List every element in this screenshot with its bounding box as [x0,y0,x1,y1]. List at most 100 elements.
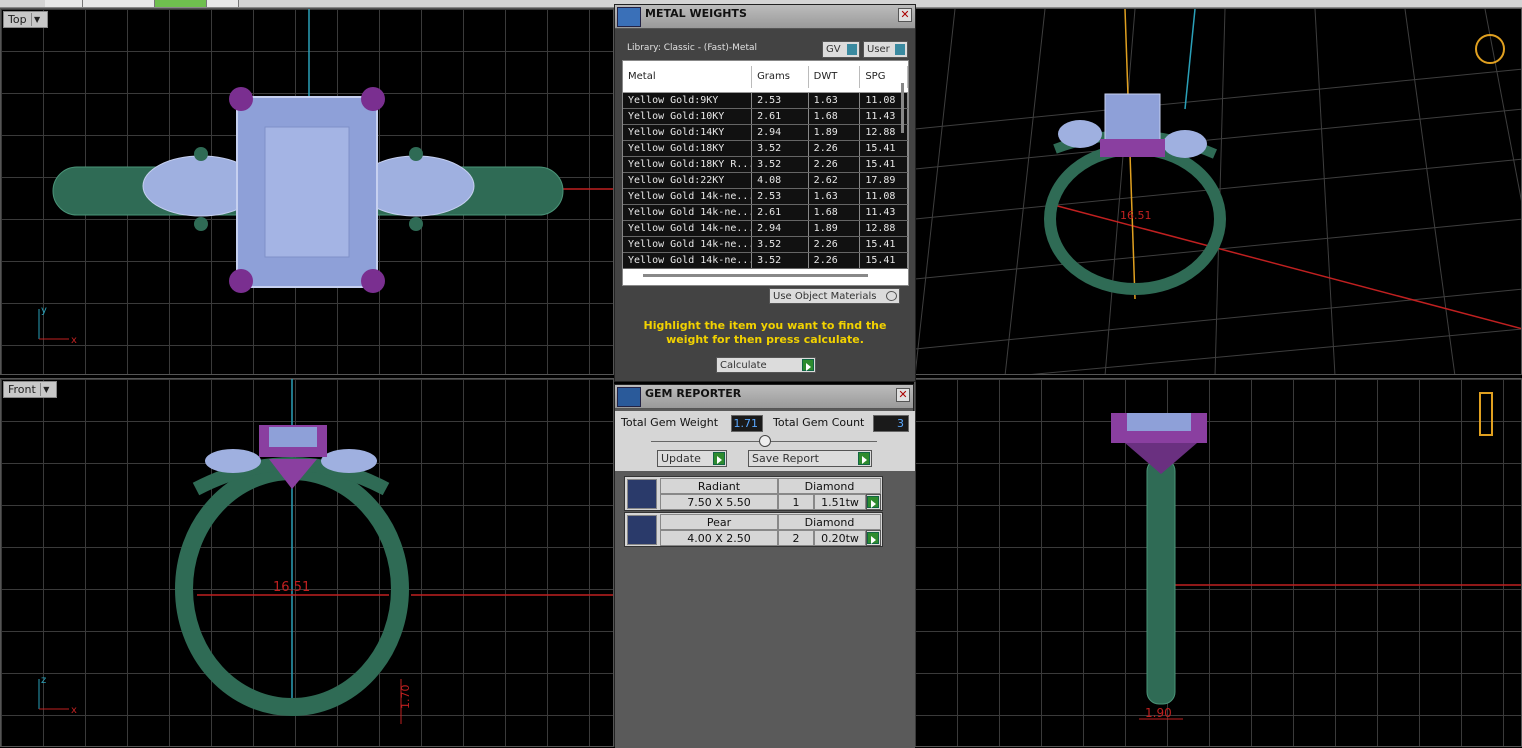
table-row[interactable]: Yellow Gold:10KY 2.61 1.68 11.43 [623,109,908,125]
gv-toggle[interactable]: GV [822,41,860,58]
close-icon[interactable]: ✕ [896,388,910,402]
gem-row[interactable]: Pear Diamond 4.00 X 2.50 2 0.20tw [624,512,883,547]
cell-grams: 3.52 [752,237,809,252]
update-button[interactable]: Update [657,450,727,467]
cell-dwt: 2.26 [809,237,861,252]
svg-text:x: x [71,705,77,716]
viewport-top[interactable]: y x Top ▼ [0,8,614,375]
slider-handle[interactable] [759,435,771,447]
cell-grams: 2.53 [752,189,809,204]
viewport-label-front[interactable]: Front ▼ [3,381,57,398]
right-view-render: 1.90 [1111,392,1521,720]
table-row[interactable]: Yellow Gold 14k-ne... 2.53 1.63 11.08 [623,189,908,205]
toggle-indicator [895,44,905,55]
table-row[interactable]: Yellow Gold 14k-ne... 2.94 1.89 12.88 [623,221,908,237]
total-gem-count-label: Total Gem Count [773,416,865,429]
cell-grams: 3.52 [752,253,809,268]
table-row[interactable]: Yellow Gold 14k-ne... 2.61 1.68 11.43 [623,205,908,221]
cell-dwt: 2.26 [809,141,861,156]
save-report-button[interactable]: Save Report [748,450,872,467]
svg-text:z: z [41,675,46,686]
instruction-text: Highlight the item you want to find the … [643,319,887,346]
cell-metal: Yellow Gold:14KY [623,125,753,140]
document-tab[interactable] [207,0,239,7]
dropdown-value: Use Object Materials [773,290,877,302]
gem-row[interactable]: Radiant Diamond 7.50 X 5.50 1 1.51tw [624,476,883,511]
panel-title-bar[interactable]: GEM REPORTER ✕ [615,385,913,409]
gem-size: 7.50 X 5.50 [660,494,778,510]
button-label: Update [661,452,701,465]
close-icon[interactable]: ✕ [898,8,912,22]
play-icon [867,496,879,508]
pear-gem-icon [627,515,657,545]
play-icon [713,452,725,465]
scrollbar-vertical[interactable] [901,83,904,133]
document-tab[interactable] [83,0,155,7]
gem-cut: Pear [660,514,778,530]
cell-metal: Yellow Gold:18KY R... [623,157,753,172]
column-header-dwt[interactable]: DWT [809,65,861,88]
viewport-name: Front [8,383,36,396]
gem-detail-button[interactable] [866,530,881,546]
user-label: User [867,44,890,55]
metal-weights-panel: METAL WEIGHTS ✕ Library: Classic - (Fast… [614,4,916,382]
cell-spg: 15.41 [860,141,908,156]
svg-text:1.70: 1.70 [399,685,412,710]
table-row[interactable]: Yellow Gold 14k-ne... 3.52 2.26 15.41 [623,253,908,269]
document-tab-active[interactable] [155,0,207,7]
viewport-name: Top [8,13,27,26]
play-icon [802,359,814,371]
gem-type: Diamond [778,478,881,494]
use-object-materials-dropdown[interactable]: Use Object Materials [769,288,900,304]
viewport-perspective[interactable]: 16.51 [914,8,1522,375]
table-row[interactable]: Yellow Gold:14KY 2.94 1.89 12.88 [623,125,908,141]
gem-reporter-panel: GEM REPORTER ✕ Total Gem Weight 1.71 Tot… [614,384,915,748]
user-toggle[interactable]: User [863,41,908,58]
column-header-metal[interactable]: Metal [623,65,753,88]
viewport-front[interactable]: 16.51 1.70 z x Front ▼ [0,378,614,747]
front-view-render: 16.51 1.70 z x [38,379,613,724]
viewport-label-top[interactable]: Top ▼ [3,11,48,28]
circle-icon [886,291,897,301]
cell-dwt: 1.68 [809,109,861,124]
cell-dwt: 2.26 [809,157,861,172]
library-label: Library: Classic - (Fast)-Metal [627,43,758,53]
gem-detail-button[interactable] [866,494,881,510]
button-label: Save Report [752,452,819,465]
panel-title: METAL WEIGHTS [645,7,747,20]
chevron-down-icon[interactable]: ▼ [30,13,43,26]
cell-dwt: 1.63 [809,189,861,204]
viewport-right[interactable]: 1.90 [914,378,1522,747]
cell-spg: 15.41 [860,237,908,252]
table-row[interactable]: Yellow Gold 14k-ne... 3.52 2.26 15.41 [623,237,908,253]
cell-metal: Yellow Gold 14k-ne... [623,205,753,220]
cell-metal: Yellow Gold:10KY [623,109,753,124]
cell-metal: Yellow Gold 14k-ne... [623,237,753,252]
chevron-down-icon[interactable]: ▼ [39,383,52,396]
cell-spg: 17.89 [860,173,908,188]
panel-title-bar[interactable]: METAL WEIGHTS ✕ [615,5,915,29]
table-row[interactable]: Yellow Gold:18KY R... 3.52 2.26 15.41 [623,157,908,173]
metal-weights-icon [617,7,641,27]
cell-spg: 12.88 [860,221,908,236]
gem-reporter-icon [617,387,641,407]
cell-dwt: 2.62 [809,173,861,188]
document-tab[interactable] [45,0,83,7]
gem-weight: 0.20tw [814,530,866,546]
cell-dwt: 1.68 [809,205,861,220]
scrollbar-horizontal[interactable] [643,274,868,277]
cell-metal: Yellow Gold:22KY [623,173,753,188]
panel-title: GEM REPORTER [645,387,742,400]
svg-text:x: x [71,335,77,346]
table-row[interactable]: Yellow Gold:22KY 4.08 2.62 17.89 [623,173,908,189]
table-row[interactable]: Yellow Gold:9KY 2.53 1.63 11.08 [623,93,908,109]
metal-table[interactable]: Metal Grams DWT SPG Yellow Gold:9KY 2.53 1… [622,60,909,286]
table-row[interactable]: Yellow Gold:18KY 3.52 2.26 15.41 [623,141,908,157]
svg-text:16.51: 16.51 [273,580,310,595]
column-header-grams[interactable]: Grams [752,65,809,88]
cell-dwt: 1.63 [809,93,861,108]
calculate-button[interactable]: Calculate [716,357,816,373]
cell-grams: 3.52 [752,141,809,156]
cell-spg: 11.08 [860,189,908,204]
toggle-indicator [847,44,857,55]
